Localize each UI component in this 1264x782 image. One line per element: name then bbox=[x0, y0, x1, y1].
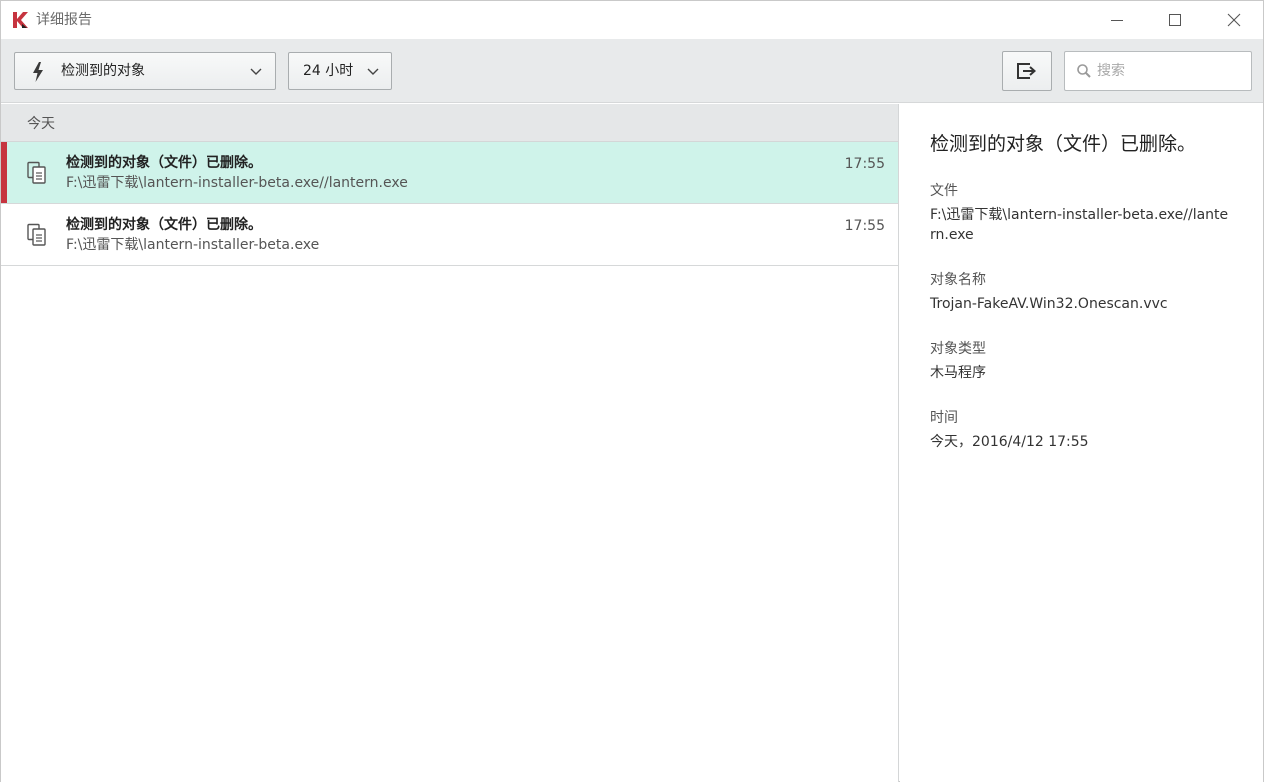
object-name-label: 对象名称 bbox=[930, 272, 986, 288]
deleted-file-icon bbox=[27, 223, 46, 246]
event-list: 今天 检测到的对象（文件）已删除。 F:\迅雷下载\lantern-instal… bbox=[1, 104, 899, 782]
event-type-label: 检测到的对象 bbox=[61, 63, 145, 79]
file-label: 文件 bbox=[930, 183, 958, 199]
selection-indicator bbox=[1, 142, 7, 203]
maximize-button[interactable] bbox=[1146, 1, 1204, 39]
event-title: 检测到的对象（文件）已删除。 bbox=[66, 155, 262, 171]
details-pane: 检测到的对象（文件）已删除。 文件 F:\迅雷下载\lantern-instal… bbox=[900, 104, 1263, 782]
group-label: 今天 bbox=[27, 116, 55, 132]
report-window: 详细报告 检测到的对象 24 小时 搜索 今天 检测到的对象（文件）已删除。 F… bbox=[0, 0, 1264, 782]
toolbar: 检测到的对象 24 小时 bbox=[1, 39, 1263, 103]
object-type-label: 对象类型 bbox=[930, 341, 986, 357]
time-range-label: 24 小时 bbox=[303, 63, 354, 79]
search-input[interactable] bbox=[1097, 61, 1247, 81]
export-icon bbox=[1017, 63, 1037, 79]
chevron-down-icon bbox=[250, 68, 262, 75]
close-icon bbox=[1227, 13, 1241, 27]
export-button[interactable] bbox=[1002, 51, 1052, 91]
time-value: 今天，2016/4/12 17:55 bbox=[930, 434, 1089, 450]
time-label: 时间 bbox=[930, 410, 958, 426]
title-bar: 详细报告 bbox=[1, 1, 1263, 39]
deleted-file-icon bbox=[27, 161, 46, 184]
search-icon bbox=[1077, 64, 1091, 78]
chevron-down-icon bbox=[367, 68, 379, 75]
event-path: F:\迅雷下载\lantern-installer-beta.exe bbox=[66, 237, 320, 253]
file-value: F:\迅雷下载\lantern-installer-beta.exe//lant… bbox=[930, 207, 1229, 243]
maximize-icon bbox=[1169, 14, 1181, 26]
list-item[interactable]: 检测到的对象（文件）已删除。 F:\迅雷下载\lantern-installer… bbox=[1, 204, 898, 266]
minimize-button[interactable] bbox=[1088, 1, 1146, 39]
event-title: 检测到的对象（文件）已删除。 bbox=[66, 217, 262, 233]
event-type-dropdown[interactable]: 检测到的对象 bbox=[14, 52, 276, 90]
event-time: 17:55 bbox=[844, 218, 885, 234]
time-range-dropdown[interactable]: 24 小时 bbox=[288, 52, 392, 90]
lightning-bolt-icon bbox=[33, 62, 43, 82]
window-title: 详细报告 bbox=[36, 12, 92, 28]
object-type-value: 木马程序 bbox=[930, 365, 986, 381]
details-title: 检测到的对象（文件）已删除。 bbox=[930, 133, 1197, 155]
event-path: F:\迅雷下载\lantern-installer-beta.exe//lant… bbox=[66, 175, 408, 191]
event-time: 17:55 bbox=[844, 156, 885, 172]
group-header-today: 今天 bbox=[1, 104, 898, 142]
minimize-icon bbox=[1111, 20, 1123, 21]
search-box[interactable] bbox=[1064, 51, 1252, 91]
close-button[interactable] bbox=[1205, 1, 1263, 39]
kaspersky-logo-icon bbox=[13, 12, 28, 28]
list-item[interactable]: 检测到的对象（文件）已删除。 F:\迅雷下载\lantern-installer… bbox=[1, 142, 898, 204]
object-name-value: Trojan-FakeAV.Win32.Onescan.vvc bbox=[930, 296, 1168, 312]
